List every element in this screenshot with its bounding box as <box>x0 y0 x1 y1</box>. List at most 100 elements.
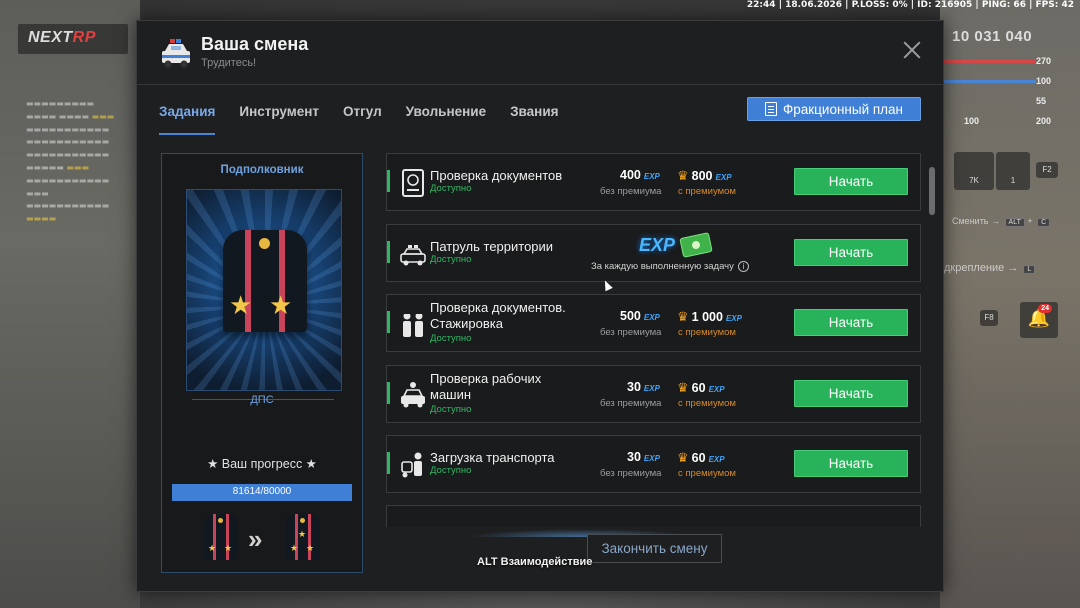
rank-card: Подполковник ★ ★ ДПС ★ Ваш прогресс ★ 81… <box>161 153 363 573</box>
reward-note: За каждую выполненную задачу i <box>591 261 749 272</box>
close-button[interactable] <box>901 39 923 61</box>
officers-icon <box>403 312 423 337</box>
tab-tasks[interactable]: Задания <box>159 101 216 135</box>
hud-cash-slot-2: 1 <box>996 152 1030 190</box>
crown-icon: ♛ <box>677 450 689 465</box>
money-reward-icon <box>679 232 713 258</box>
exp-base-label: без премиума <box>600 468 662 479</box>
hud-armor-bar <box>944 80 1036 83</box>
finish-shift-button[interactable]: Закончить смену <box>587 534 722 563</box>
next-rank-epaulette-icon: ★ ★ ★ <box>286 514 320 560</box>
rank-epaulette-image: ★ ★ <box>186 189 342 391</box>
hud-stat-100: 100 <box>1036 76 1052 86</box>
start-task-button[interactable]: Начать <box>794 239 908 266</box>
notification-count: 24 <box>1038 304 1052 313</box>
interaction-hint: ALT Взаимодействие <box>477 556 593 568</box>
task-status: Доступно <box>430 254 472 265</box>
tab-tools[interactable]: Инструмент <box>239 101 319 135</box>
exp-base: 30 EXP <box>627 380 660 394</box>
hud-stat-100b: 100 <box>964 116 980 126</box>
progress-text: 81614/80000 <box>232 486 292 497</box>
exp-premium: ♛ 1 000 EXP <box>677 309 742 324</box>
faction-plan-label: Фракционный план <box>782 101 904 117</box>
hud-stat-200: 200 <box>1036 116 1052 126</box>
exp-premium: ♛ 60 EXP <box>677 380 725 395</box>
current-rank-epaulette-icon: ★ ★ <box>204 514 238 560</box>
task-name: Загрузка транспорта <box>430 450 555 465</box>
exp-reward-icon: EXP <box>639 235 676 255</box>
start-task-button[interactable]: Начать <box>794 450 908 477</box>
exp-base-label: без премиума <box>600 186 662 197</box>
tab-ranks[interactable]: Звания <box>510 101 558 135</box>
panel-header: Ваша смена Трудитесь! <box>137 21 943 85</box>
crown-icon: ♛ <box>677 309 689 324</box>
progress-bar: 81614/80000 <box>172 484 352 501</box>
task-row: Проверка документов Доступно 400 EXP без … <box>386 153 921 211</box>
task-row-partial <box>386 505 921 527</box>
task-name: Проверка документов <box>430 168 563 183</box>
task-status: Доступно <box>430 404 472 415</box>
crown-icon: ♛ <box>677 380 689 395</box>
crown-icon: ♛ <box>677 168 689 183</box>
hud-backup-hint: дкрепление → L <box>944 262 1036 274</box>
panel-subtitle: Трудитесь! <box>201 57 257 69</box>
shift-panel: Ваша смена Трудитесь! Задания Инструмент… <box>136 20 944 592</box>
hud-stat-55: 55 <box>1036 96 1047 106</box>
game-scene-right <box>940 0 1080 608</box>
hud-stat-270: 270 <box>1036 56 1052 66</box>
server-logo: NEXTRP <box>18 24 128 54</box>
hud-health-bar <box>944 60 1036 63</box>
exp-base-label: без премиума <box>600 327 662 338</box>
exp-base: 30 EXP <box>627 450 660 464</box>
exp-premium-label: с премиумом <box>678 186 736 197</box>
task-row: Проверка документов. Стажировка Доступно… <box>386 294 921 352</box>
hud-key-f8: F8 <box>980 310 998 326</box>
police-car-icon <box>162 39 190 68</box>
hud-change-hint: Сменить → ALT + C <box>952 216 1051 227</box>
faction-plan-button[interactable]: Фракционный план <box>747 97 921 121</box>
task-status: Доступно <box>430 183 472 194</box>
rank-title: Подполковник <box>220 164 304 176</box>
document-icon <box>764 102 777 116</box>
start-task-button[interactable]: Начать <box>794 168 908 195</box>
task-row: Патруль территории Доступно EXP За кажду… <box>386 224 921 282</box>
exp-premium: ♛ 800 EXP <box>677 168 732 183</box>
task-row: Загрузка транспорта Доступно 30 EXP без п… <box>386 435 921 493</box>
tab-dismissal[interactable]: Увольнение <box>406 101 486 135</box>
passport-icon <box>402 169 424 197</box>
task-list-scrollbar[interactable] <box>929 167 935 215</box>
exp-base-label: без премиума <box>600 398 662 409</box>
chat-log-blurred: ▬▬▬▬▬▬▬▬▬ ▬▬▬▬ ▬▬▬▬ ▬▬▬ ▬▬▬▬▬▬▬▬▬▬▬ ▬▬▬▬… <box>26 99 115 224</box>
panel-title: Ваша смена <box>201 34 309 54</box>
car-inspection-icon <box>401 382 425 408</box>
game-scene-left <box>0 0 140 608</box>
epaulette-icon: ★ ★ <box>223 230 307 332</box>
patrol-car-icon <box>400 245 426 266</box>
hud-cash-slot: 7K <box>954 152 994 190</box>
task-name: Проверка документов. Стажировка <box>430 300 566 331</box>
notification-bell-icon[interactable]: 🔔 24 <box>1020 302 1058 338</box>
tab-bar: Задания Инструмент Отгул Увольнение Зван… <box>159 101 583 135</box>
hud-money: 10 031 040 <box>952 28 1033 45</box>
task-name: Патруль территории <box>430 239 554 254</box>
task-name: Проверка рабочих машин <box>430 371 542 402</box>
status-bar: 22:44 | 18.06.2026 | P.LOSS: 0% | ID: 21… <box>746 0 1074 10</box>
exp-premium-label: с премиумом <box>678 468 736 479</box>
next-rank-arrow-icon: » <box>248 524 263 554</box>
exp-premium: ♛ 60 EXP <box>677 450 725 465</box>
exp-premium-label: с премиумом <box>678 327 736 338</box>
start-task-button[interactable]: Начать <box>794 309 908 336</box>
tab-day-off[interactable]: Отгул <box>343 101 382 135</box>
exp-base: 400 EXP <box>620 168 660 182</box>
exp-base: 500 EXP <box>620 309 660 323</box>
start-task-button[interactable]: Начать <box>794 380 908 407</box>
task-status: Доступно <box>430 333 472 344</box>
progress-label: ★ Ваш прогресс ★ <box>207 457 317 471</box>
loading-icon <box>401 452 422 478</box>
rank-department: ДПС <box>250 394 274 406</box>
info-icon[interactable]: i <box>737 261 749 272</box>
task-status: Доступно <box>430 465 472 476</box>
hud-key-f2: F2 <box>1036 162 1058 178</box>
task-row: Проверка рабочих машин Доступно 30 EXP бе… <box>386 365 921 423</box>
exp-premium-label: с премиумом <box>678 398 736 409</box>
